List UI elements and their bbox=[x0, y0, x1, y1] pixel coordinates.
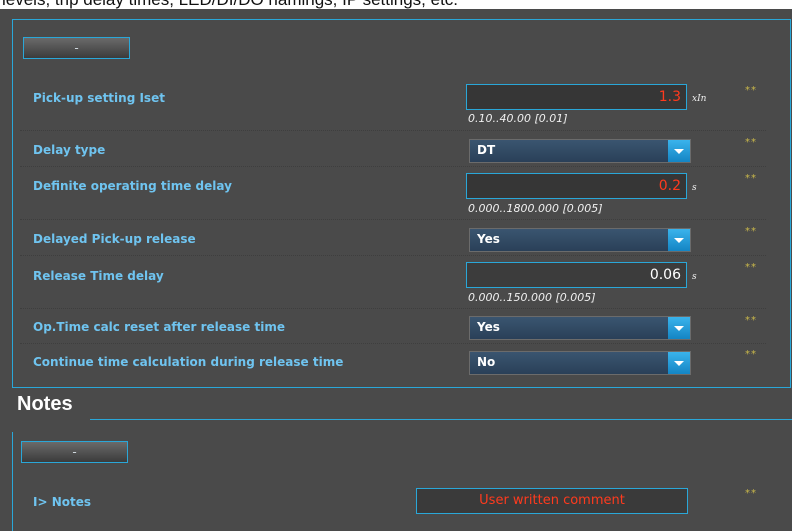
release-time-delay-marker: ** bbox=[745, 262, 757, 273]
delay-type-label: Delay type bbox=[33, 143, 106, 157]
definite-time-delay-marker: ** bbox=[745, 173, 757, 184]
notes-marker: ** bbox=[745, 488, 757, 499]
pickup-setting-range: 0.10..40.00 [0.01] bbox=[468, 112, 568, 125]
pickup-setting-unit: xIn bbox=[692, 94, 707, 104]
chevron-down-icon[interactable] bbox=[668, 140, 690, 162]
notes-label: I> Notes bbox=[33, 495, 92, 509]
delayed-pickup-release-value: Yes bbox=[477, 232, 500, 246]
chevron-down-icon[interactable] bbox=[668, 352, 690, 374]
release-time-delay-range: 0.000..150.000 [0.005] bbox=[468, 291, 596, 304]
delay-type-marker: ** bbox=[745, 137, 757, 148]
notes-divider bbox=[90, 419, 792, 420]
pickup-setting-marker: ** bbox=[745, 85, 757, 96]
definite-time-delay-range: 0.000..1800.000 [0.005] bbox=[468, 202, 603, 215]
chevron-down-icon[interactable] bbox=[668, 229, 690, 251]
delay-type-value: DT bbox=[477, 143, 496, 157]
optime-reset-marker: ** bbox=[745, 315, 757, 326]
delayed-pickup-release-select[interactable]: Yes bbox=[469, 228, 691, 252]
definite-time-delay-unit: s bbox=[692, 183, 697, 193]
row-separator bbox=[20, 219, 766, 220]
row-separator bbox=[20, 308, 766, 309]
row-separator bbox=[20, 255, 766, 256]
definite-time-delay-input[interactable]: 0.2 bbox=[466, 173, 687, 199]
release-time-delay-label: Release Time delay bbox=[33, 269, 164, 283]
continue-time-calc-value: No bbox=[477, 355, 496, 369]
optime-reset-value: Yes bbox=[477, 320, 500, 334]
release-time-delay-unit: s bbox=[692, 272, 697, 282]
delayed-pickup-release-marker: ** bbox=[745, 226, 757, 237]
delayed-pickup-release-label: Delayed Pick-up release bbox=[33, 232, 196, 246]
page-caption: levels, trip delay times, LED/DI/DO nami… bbox=[0, 0, 792, 9]
settings-collapse-button[interactable]: - bbox=[23, 37, 130, 59]
notes-panel bbox=[12, 432, 791, 531]
row-separator bbox=[20, 343, 766, 344]
continue-time-calc-marker: ** bbox=[745, 349, 757, 360]
row-separator bbox=[20, 166, 766, 167]
row-separator bbox=[20, 130, 766, 131]
pickup-setting-label: Pick-up setting Iset bbox=[33, 91, 165, 105]
notes-heading: Notes bbox=[17, 393, 73, 415]
chevron-down-icon[interactable] bbox=[668, 317, 690, 339]
optime-reset-label: Op.Time calc reset after release time bbox=[33, 320, 285, 334]
notes-collapse-button[interactable]: - bbox=[21, 441, 128, 463]
notes-input[interactable]: User written comment bbox=[416, 488, 688, 514]
release-time-delay-input[interactable]: 0.06 bbox=[466, 262, 687, 288]
delay-type-select[interactable]: DT bbox=[469, 139, 691, 163]
continue-time-calc-label: Continue time calculation during release… bbox=[33, 355, 344, 369]
pickup-setting-input[interactable]: 1.3 bbox=[466, 84, 687, 110]
continue-time-calc-select[interactable]: No bbox=[469, 351, 691, 375]
optime-reset-select[interactable]: Yes bbox=[469, 316, 691, 340]
definite-time-delay-label: Definite operating time delay bbox=[33, 179, 232, 193]
